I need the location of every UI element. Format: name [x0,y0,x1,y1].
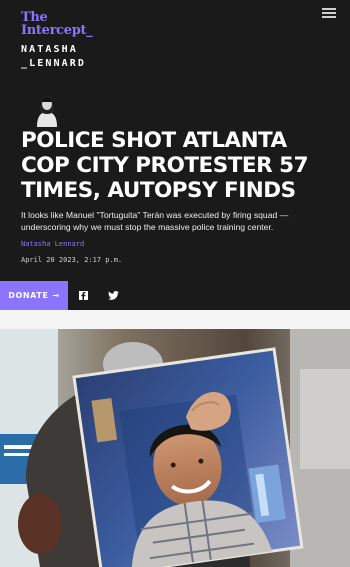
column-name[interactable]: NATASHA _LENNARD [21,43,86,71]
logo-line-2: Intercept_ [21,23,93,38]
author-byline[interactable]: Natasha Lennard [21,240,84,248]
hero-photo [0,329,350,567]
image-top-band [0,310,350,329]
site-header: The Intercept_ NATASHA _LENNARD [0,0,350,74]
arrow-right-icon: → [52,291,60,300]
donate-button[interactable]: DONATE → [0,281,68,310]
article-headline: POLICE SHOT ATLANTA COP CITY PROTESTER 5… [21,128,309,203]
publish-date: April 20 2023, 2:17 p.m. [21,256,123,264]
action-bar: DONATE → [0,281,350,310]
column-name-line-1: NATASHA [21,44,78,55]
site-logo[interactable]: The Intercept_ [21,11,93,38]
column-name-line-2: _LENNARD [21,58,86,69]
donate-label: DONATE [8,291,49,300]
facebook-icon[interactable] [79,291,88,300]
author-portrait [27,87,67,127]
menu-icon[interactable] [322,8,336,18]
twitter-icon[interactable] [108,291,119,300]
article-dek: It looks like Manuel "Tortuguita" Terán … [21,210,289,232]
